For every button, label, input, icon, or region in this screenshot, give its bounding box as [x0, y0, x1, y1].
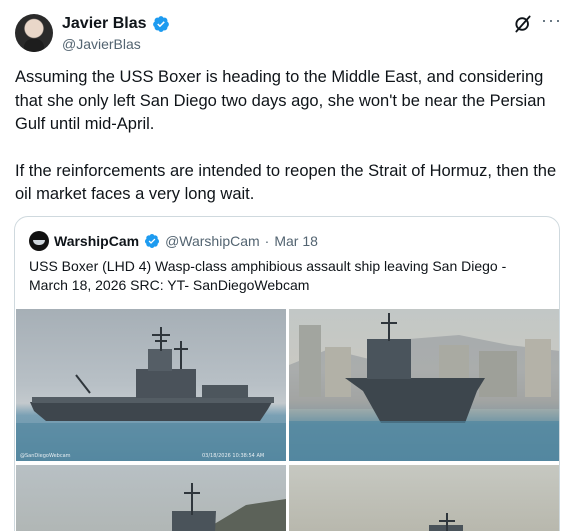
- photo-timestamp: 03/18/2026 10:38:54 AM: [202, 453, 265, 459]
- separator-dot: ·: [264, 233, 270, 249]
- ship-photo-1-drawing: [16, 327, 286, 461]
- quoted-tweet-text: USS Boxer (LHD 4) Wasp-class amphibious …: [29, 258, 507, 293]
- author-name[interactable]: Javier Blas: [62, 15, 147, 33]
- tweet-paragraph-1: Assuming the USS Boxer is heading to the…: [15, 68, 546, 133]
- quoted-tweet-date[interactable]: Mar 18: [274, 233, 318, 249]
- quoted-tweet[interactable]: WarshipCam @WarshipCam · Mar 18 USS Boxe…: [14, 216, 560, 531]
- tweet-paragraph-2: If the reinforcements are intended to re…: [15, 161, 557, 204]
- ship-photo-4[interactable]: [289, 465, 559, 531]
- ship-photo-2-drawing: [289, 313, 559, 461]
- ship-photo-4-drawing: [429, 513, 463, 531]
- photo-watermark: @SanDiegoWebcam: [20, 453, 71, 459]
- author-name-row: Javier Blas: [62, 15, 170, 33]
- ship-photo-3[interactable]: [16, 465, 286, 531]
- verified-badge-icon: [145, 234, 160, 248]
- ship-photo-1[interactable]: @SanDiegoWebcam 03/18/2026 10:38:54 AM: [16, 309, 286, 461]
- author-handle[interactable]: @JavierBlas: [62, 36, 141, 52]
- ship-photo-3-drawing: [172, 483, 286, 531]
- quoted-author-name[interactable]: WarshipCam: [54, 233, 139, 249]
- author-avatar[interactable]: [15, 14, 53, 52]
- quoted-tweet-header: WarshipCam @WarshipCam · Mar 18: [29, 231, 318, 251]
- grok-icon[interactable]: [513, 14, 533, 34]
- tweet-text: Assuming the USS Boxer is heading to the…: [15, 66, 560, 207]
- more-options-icon[interactable]: ···: [541, 10, 562, 31]
- quoted-author-handle[interactable]: @WarshipCam: [165, 233, 260, 249]
- ship-photo-2[interactable]: [289, 309, 559, 461]
- verified-badge-icon: [152, 16, 169, 32]
- quoted-author-avatar[interactable]: [29, 231, 49, 251]
